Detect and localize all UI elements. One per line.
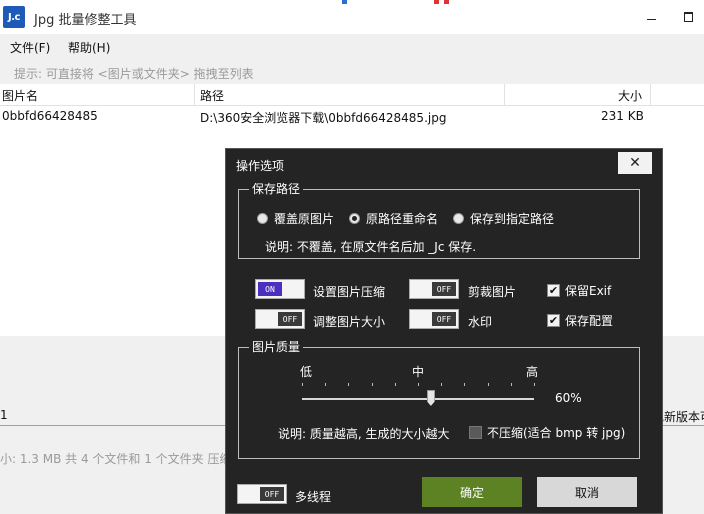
watermark-toggle[interactable]: OFF <box>409 309 459 329</box>
slider-tick <box>325 383 327 386</box>
count-label: 1 <box>0 408 8 422</box>
checkmark-icon: ✔ <box>547 284 560 297</box>
column-header-size[interactable]: 大小 <box>618 87 642 104</box>
compress-label: 设置图片压缩 <box>313 285 386 299</box>
toggle-state: OFF <box>260 487 284 501</box>
close-button[interactable]: ✕ <box>618 152 652 174</box>
quality-title: 图片质量 <box>249 340 304 354</box>
column-divider[interactable] <box>504 84 505 106</box>
slider-tick <box>487 383 489 386</box>
slider-tick <box>510 383 512 386</box>
radio-icon <box>453 213 464 224</box>
radio-label: 覆盖原图片 <box>274 212 335 226</box>
toggle-state: ON <box>258 282 282 296</box>
dialog-title: 操作选项 <box>236 159 285 173</box>
save-path-title: 保存路径 <box>249 182 304 196</box>
quality-slider-track[interactable] <box>302 398 534 400</box>
menu-help[interactable]: 帮助(H) <box>68 39 110 56</box>
title-decoration <box>340 0 460 4</box>
menu-file[interactable]: 文件(F) <box>10 39 50 56</box>
cancel-button[interactable]: 取消 <box>537 477 637 507</box>
menu-bar: 文件(F) 帮助(H) <box>0 34 704 58</box>
title-bar: J.c Jpg 批量修整工具 <box>0 0 704 34</box>
multithread-label: 多线程 <box>295 490 332 504</box>
slider-tick <box>464 383 466 386</box>
crop-label: 剪裁图片 <box>468 285 517 299</box>
close-icon: ✕ <box>629 155 641 171</box>
radio-save-to-path[interactable]: 保存到指定路径 <box>453 210 554 227</box>
window-title: Jpg 批量修整工具 <box>34 13 137 28</box>
watermark-label: 水印 <box>468 315 493 329</box>
resize-label: 调整图片大小 <box>313 315 386 329</box>
slider-tick <box>302 383 303 386</box>
quality-low-label: 低 <box>300 365 313 379</box>
column-header-name[interactable]: 图片名 <box>2 87 38 104</box>
quality-high-label: 高 <box>526 365 539 379</box>
toggle-state: OFF <box>432 282 456 296</box>
column-divider[interactable] <box>650 84 651 106</box>
cell-file-path: D:\360安全浏览器下载\0bbfd66428485.jpg <box>200 111 447 125</box>
toggle-state: OFF <box>432 312 456 326</box>
checkbox-label: 保存配置 <box>565 314 614 328</box>
radio-label: 原路径重命名 <box>366 212 439 226</box>
radio-rename[interactable]: 原路径重命名 <box>349 210 438 227</box>
multithread-toggle[interactable]: OFF <box>237 484 287 504</box>
options-dialog: 操作选项 ✕ 保存路径 覆盖原图片 原路径重命名 保存到指定路径 说明: 不覆盖… <box>225 148 663 514</box>
table-row[interactable]: 0bbfd66428485 D:\360安全浏览器下载\0bbfd6642848… <box>0 106 704 128</box>
column-header-path[interactable]: 路径 <box>200 87 224 104</box>
cell-file-size: 231 KB <box>601 109 644 123</box>
slider-tick <box>441 383 443 386</box>
slider-tick <box>371 383 373 386</box>
slider-tick <box>394 383 396 386</box>
save-path-group: 保存路径 覆盖原图片 原路径重命名 保存到指定路径 说明: 不覆盖, 在原文件名… <box>238 182 640 259</box>
checkbox-icon <box>469 426 482 439</box>
ok-button[interactable]: 确定 <box>422 477 522 507</box>
minimize-button[interactable] <box>643 9 659 25</box>
slider-tick <box>534 383 535 386</box>
quality-mid-label: 中 <box>412 365 425 379</box>
keep-exif-checkbox[interactable]: ✔ 保留Exif <box>547 282 611 299</box>
slider-tick <box>348 383 350 386</box>
radio-label: 保存到指定路径 <box>470 212 555 226</box>
no-compress-checkbox[interactable]: 不压缩(适合 bmp 转 jpg) <box>469 424 625 441</box>
checkbox-label: 不压缩(适合 bmp 转 jpg) <box>487 426 626 440</box>
checkmark-icon: ✔ <box>547 314 560 327</box>
slider-tick <box>418 383 419 386</box>
drag-hint: 提示: 可直接将 <图片或文件夹> 拖拽至列表 <box>14 67 254 81</box>
column-divider[interactable] <box>194 84 195 106</box>
app-logo-icon: J.c <box>3 6 25 28</box>
save-path-note: 说明: 不覆盖, 在原文件名后加 _Jc 保存. <box>265 240 477 254</box>
toggle-state: OFF <box>278 312 302 326</box>
list-header: 图片名 路径 大小 <box>0 84 704 106</box>
radio-icon <box>257 213 268 224</box>
resize-toggle[interactable]: OFF <box>255 309 305 329</box>
radio-selected-icon <box>349 213 360 224</box>
quality-percent: 60% <box>555 391 582 405</box>
radio-overwrite[interactable]: 覆盖原图片 <box>257 210 334 227</box>
crop-toggle[interactable]: OFF <box>409 279 459 299</box>
status-bar-text: 小: 1.3 MB 共 4 个文件和 1 个文件夹 压缩 <box>0 452 232 466</box>
checkbox-label: 保留Exif <box>565 284 612 298</box>
cell-file-name: 0bbfd66428485 <box>2 109 98 123</box>
save-config-checkbox[interactable]: ✔ 保存配置 <box>547 312 613 329</box>
compress-toggle[interactable]: ON <box>255 279 305 299</box>
maximize-button[interactable] <box>680 9 696 25</box>
quality-note: 说明: 质量越高, 生成的大小越大 <box>278 427 450 441</box>
